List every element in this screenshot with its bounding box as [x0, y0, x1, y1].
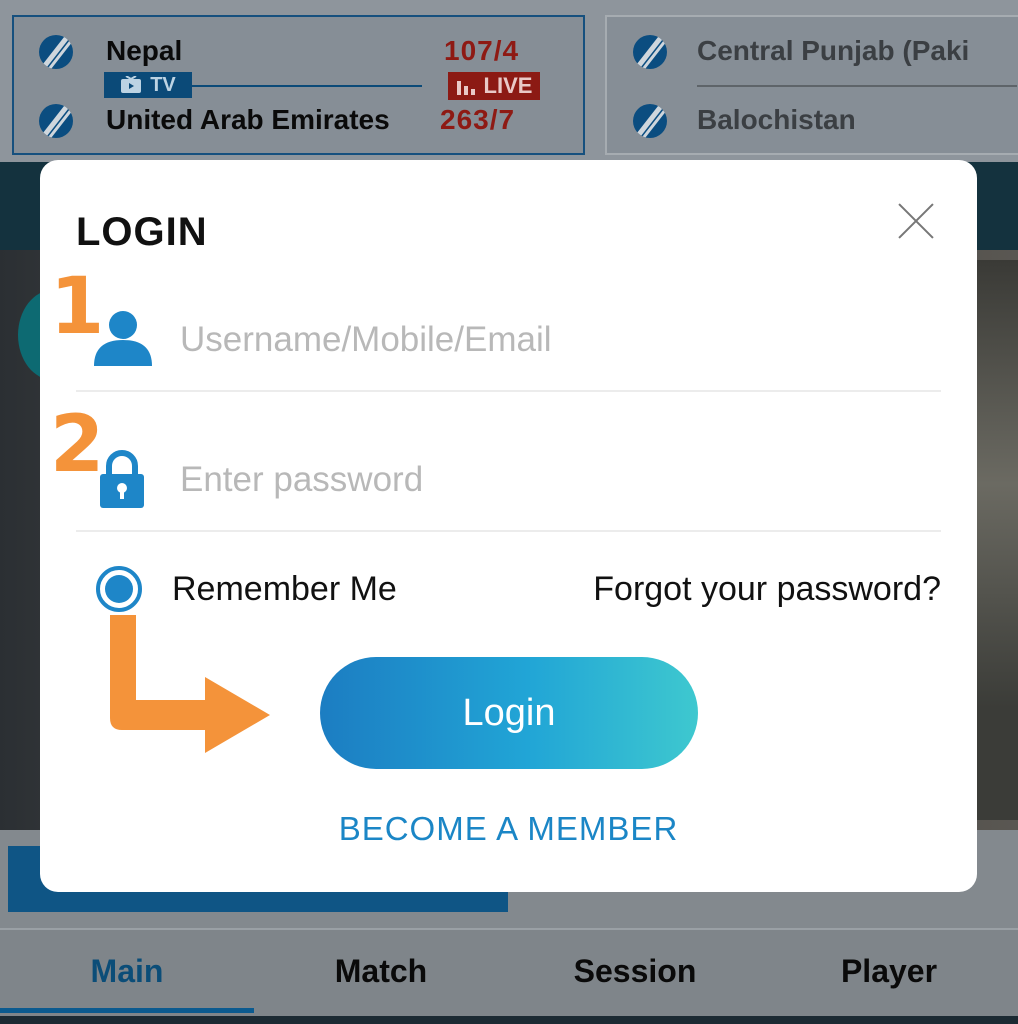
video-edge [977, 260, 1018, 820]
nav-item-label: Player [840, 952, 938, 989]
nav-item-match[interactable]: Match [254, 930, 508, 1012]
team2-name: Balochistan [697, 104, 856, 135]
nav-item-label: Match [334, 952, 428, 989]
remember-me-label: Remember Me [172, 570, 397, 608]
team2-score: 263/7 [440, 104, 516, 135]
nav-item-main[interactable]: Main [0, 930, 254, 1012]
team1-name: Central Punjab (Paki [697, 35, 970, 66]
cricket-ball-icon [39, 104, 73, 138]
live-badge: LIVE [448, 72, 540, 100]
live-label: LIVE [483, 73, 533, 98]
divider-line [192, 85, 422, 87]
username-input[interactable] [180, 310, 930, 370]
password-input[interactable] [180, 450, 930, 510]
username-field [76, 310, 941, 370]
team1-score: 107/4 [444, 35, 520, 66]
tv-label: TV [150, 73, 176, 96]
forgot-password-link[interactable]: Forgot your password? [593, 570, 941, 609]
bottom-safe-area [0, 1016, 1018, 1024]
divider-line [697, 85, 1017, 87]
close-icon[interactable] [895, 200, 937, 242]
field-divider [76, 390, 941, 392]
nav-item-player[interactable]: Player [762, 930, 1016, 1012]
team1-name: Nepal [106, 35, 183, 66]
match-card-nepal-uae[interactable]: Nepal 107/4 TV LIVE United Arab Emirates… [12, 15, 585, 155]
nav-item-session[interactable]: Session [508, 930, 762, 1012]
tv-badge[interactable]: TV [104, 72, 192, 98]
cricket-ball-icon [39, 35, 73, 69]
team2-name: United Arab Emirates [106, 104, 390, 135]
become-member-link[interactable]: BECOME A MEMBER [40, 810, 977, 848]
field-divider [76, 530, 941, 532]
password-field [76, 450, 941, 510]
tv-icon [121, 76, 142, 93]
match-card-punjab-balochistan[interactable]: Central Punjab (Paki Balochistan [605, 15, 1018, 155]
login-modal: LOGIN 1 2 Remember Me Forgot your passwo… [40, 160, 977, 892]
modal-title: LOGIN [76, 210, 208, 254]
cricket-ball-icon [633, 35, 667, 69]
remember-me-radio[interactable] [96, 566, 142, 612]
nav-item-label: Session [573, 952, 697, 989]
login-button[interactable]: Login [320, 657, 698, 769]
live-bars-icon [456, 81, 475, 95]
cricket-ball-icon [633, 104, 667, 138]
bottom-nav: Main Match Session Player [0, 928, 1018, 1018]
nav-active-indicator [0, 1008, 254, 1013]
nav-item-label: Main [90, 952, 164, 989]
arrow-annotation [110, 615, 270, 753]
